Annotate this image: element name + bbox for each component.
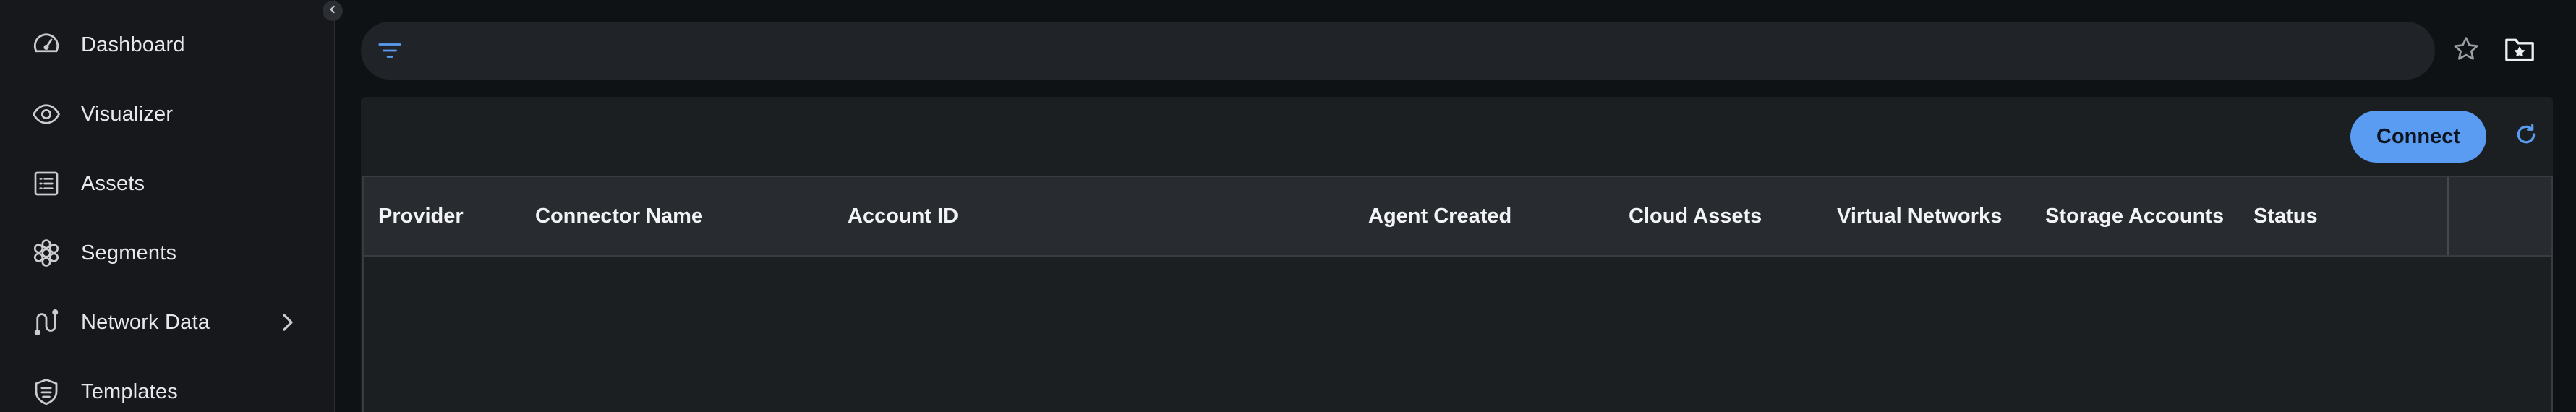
sidebar-item-visualizer[interactable]: Visualizer <box>0 82 334 147</box>
sidebar-item-label: Segments <box>81 241 177 265</box>
favorite-button[interactable] <box>2450 35 2482 66</box>
eye-icon <box>30 98 63 131</box>
sidebar-item-label: Network Data <box>81 310 210 334</box>
column-header-virtual-networks[interactable]: Virtual Networks <box>1837 177 2002 255</box>
column-header-cloud-assets[interactable]: Cloud Assets <box>1629 177 1762 255</box>
sidebar: Dashboard Visualizer Assets Segments Net… <box>0 0 335 412</box>
saved-views-button[interactable] <box>2503 35 2536 66</box>
shield-icon <box>30 375 63 408</box>
filter-icon[interactable] <box>377 38 403 64</box>
sidebar-item-label: Assets <box>81 171 145 195</box>
connectors-table: Provider Connector Name Account ID Agent… <box>362 176 2553 412</box>
app-root: Dashboard Visualizer Assets Segments Net… <box>0 0 2576 412</box>
sidebar-item-label: Dashboard <box>81 33 185 56</box>
sidebar-item-network-data[interactable]: Network Data <box>0 290 334 355</box>
chevron-left-icon <box>328 4 338 18</box>
gauge-icon <box>30 28 63 61</box>
column-header-connector-name[interactable]: Connector Name <box>535 177 703 255</box>
column-header-provider[interactable]: Provider <box>378 177 464 255</box>
folder-star-icon <box>2504 35 2536 67</box>
sidebar-item-templates[interactable]: Templates <box>0 359 334 412</box>
sidebar-item-label: Visualizer <box>81 102 174 126</box>
refresh-icon <box>2515 123 2538 150</box>
sidebar-item-assets[interactable]: Assets <box>0 151 334 216</box>
sidebar-item-label: Templates <box>81 379 178 403</box>
table-header: Provider Connector Name Account ID Agent… <box>364 177 2551 257</box>
list-icon <box>30 167 63 200</box>
chevron-right-icon[interactable] <box>278 309 298 335</box>
column-header-account-id[interactable]: Account ID <box>848 177 958 255</box>
filter-bar[interactable] <box>361 22 2435 80</box>
column-header-agent-created[interactable]: Agent Created <box>1368 177 1511 255</box>
column-header-status[interactable]: Status <box>2253 177 2318 255</box>
refresh-button[interactable] <box>2512 121 2541 150</box>
sidebar-item-dashboard[interactable]: Dashboard <box>0 12 334 77</box>
network-data-icon <box>30 306 63 339</box>
star-icon <box>2452 35 2481 67</box>
column-resize-handle[interactable] <box>2447 177 2449 255</box>
connect-button[interactable]: Connect <box>2350 111 2486 163</box>
sidebar-item-segments[interactable]: Segments <box>0 220 334 286</box>
collapse-sidebar-button[interactable] <box>323 1 343 21</box>
segments-icon <box>30 236 63 270</box>
column-header-storage-accounts[interactable]: Storage Accounts <box>2045 177 2224 255</box>
